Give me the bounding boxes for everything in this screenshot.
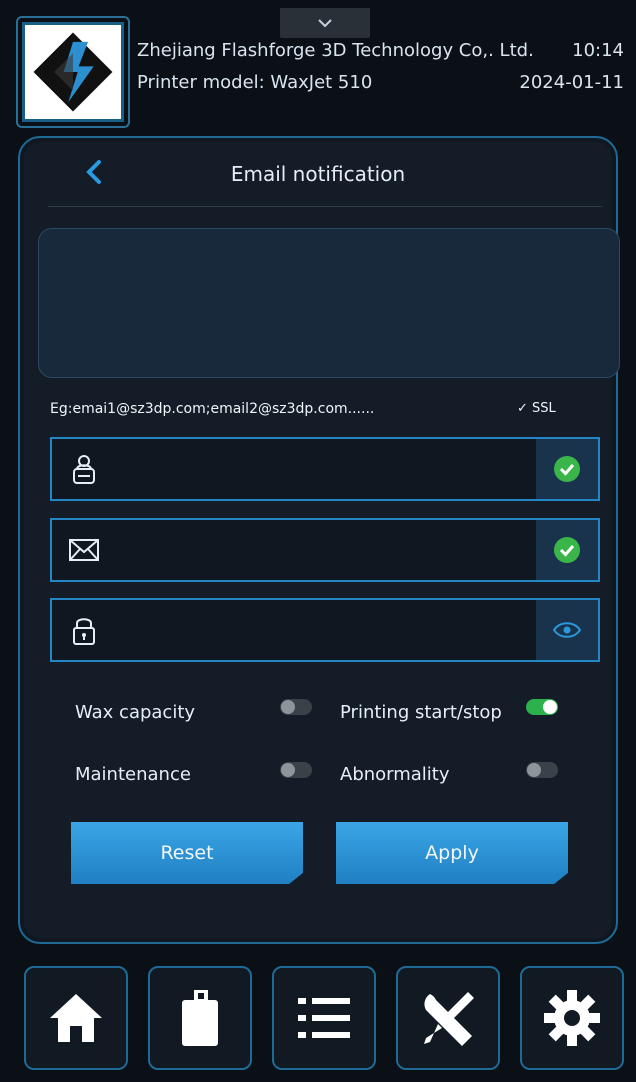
abnormality-toggle[interactable] — [526, 762, 558, 778]
pull-down-tab[interactable] — [280, 8, 370, 38]
maintenance-toggle[interactable] — [280, 762, 312, 778]
clock-time: 10:14 — [572, 40, 624, 61]
wax-capacity-toggle[interactable] — [280, 699, 312, 715]
email-status — [536, 520, 598, 580]
title-divider — [48, 206, 602, 207]
envelope-icon — [69, 539, 99, 561]
list-icon — [298, 998, 350, 1038]
sender-status — [536, 439, 598, 499]
toggle-knob — [543, 700, 557, 714]
option-maintenance-label: Maintenance — [75, 764, 191, 785]
option-abnormality-label: Abnormality — [340, 764, 450, 785]
tools-icon — [424, 992, 474, 1046]
apply-button[interactable]: Apply — [336, 822, 568, 884]
toggle-knob — [527, 763, 541, 777]
chevron-down-icon — [318, 19, 332, 28]
ssl-label: SSL — [532, 401, 556, 416]
page-title: Email notification — [230, 162, 406, 186]
flashforge-logo — [22, 22, 124, 122]
ssl-checkbox[interactable]: ✓ SSL — [517, 401, 556, 416]
option-wax-capacity-label: Wax capacity — [75, 702, 196, 723]
nav-home-button[interactable] — [24, 966, 128, 1070]
toggle-knob — [281, 763, 295, 777]
nav-settings-button[interactable] — [520, 966, 624, 1070]
sender-field[interactable] — [50, 437, 600, 501]
option-printing-start-stop-label: Printing start/stop — [340, 702, 502, 723]
eye-icon — [552, 622, 582, 638]
material-bottle-icon — [182, 990, 218, 1046]
settings-gear-icon — [544, 990, 600, 1046]
clock-date: 2024-01-11 — [519, 72, 624, 93]
printer-model: Printer model: WaxJet 510 — [137, 72, 373, 93]
recipients-hint: Eg:emai1@sz3dp.com;email2@sz3dp.com.....… — [50, 401, 375, 417]
company-name: Zhejiang Flashforge 3D Technology Co,. L… — [137, 40, 534, 61]
home-icon — [50, 994, 102, 1042]
email-field[interactable] — [50, 518, 600, 582]
nav-tools-button[interactable] — [396, 966, 500, 1070]
nav-jobs-button[interactable] — [272, 966, 376, 1070]
user-badge-icon — [73, 455, 95, 484]
recipients-input[interactable] — [38, 228, 620, 378]
lock-icon — [73, 618, 95, 645]
checkmark-icon: ✓ — [517, 401, 528, 416]
printing-start-stop-toggle[interactable] — [526, 699, 558, 715]
check-circle-icon — [554, 537, 580, 563]
reset-button[interactable]: Reset — [71, 822, 303, 884]
toggle-knob — [281, 700, 295, 714]
password-field[interactable] — [50, 598, 600, 662]
check-circle-icon — [554, 456, 580, 482]
nav-material-button[interactable] — [148, 966, 252, 1070]
show-password-button[interactable] — [536, 600, 598, 660]
